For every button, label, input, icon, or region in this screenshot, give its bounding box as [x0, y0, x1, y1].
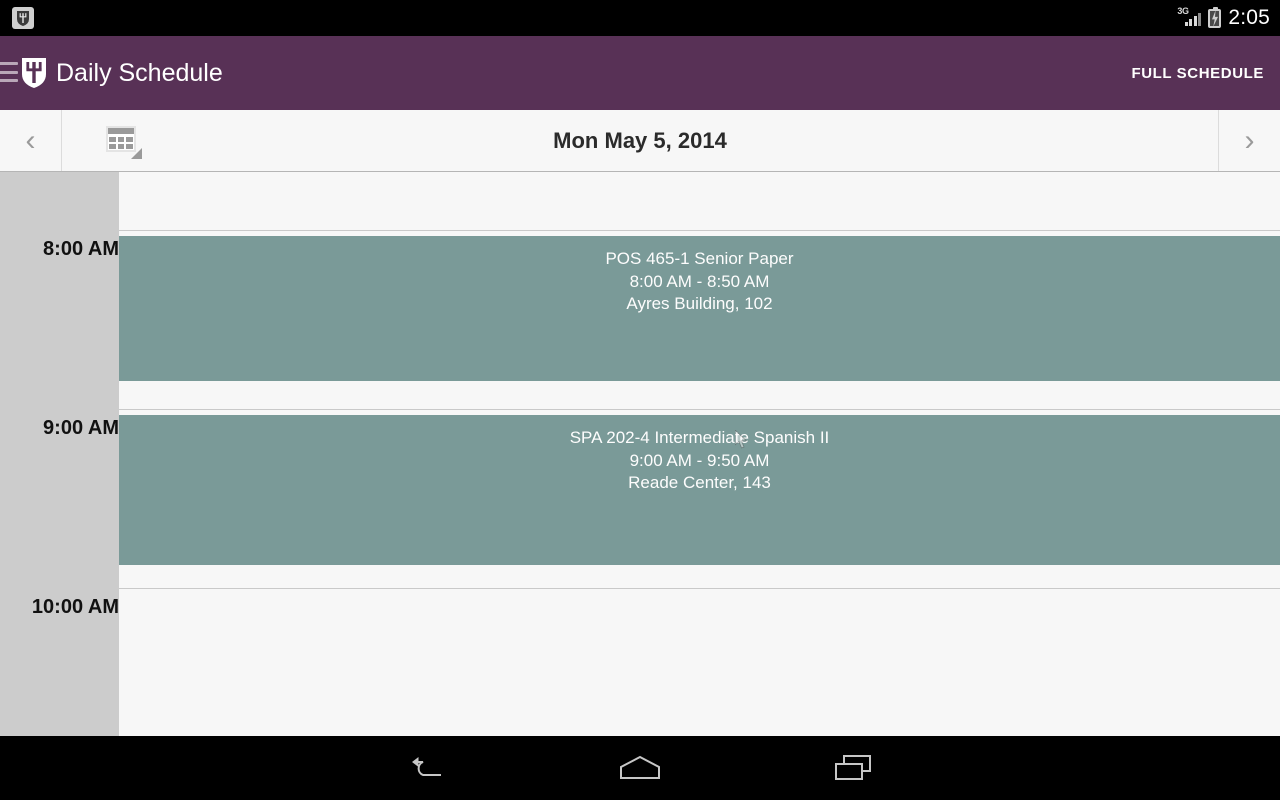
status-clock: 2:05	[1228, 6, 1270, 29]
page-title: Daily Schedule	[56, 58, 223, 87]
dropdown-triangle-icon	[131, 147, 142, 159]
action-bar: Daily Schedule FULL SCHEDULE	[0, 36, 1280, 110]
android-screen: 3G 2:05 Daily Schedule FULL SCHEDULE ‹ M…	[0, 0, 1280, 800]
notification-app-icon	[12, 7, 34, 29]
hour-label-10am: 10:00 AM	[31, 596, 119, 618]
event-block[interactable]: POS 465-1 Senior Paper 8:00 AM - 8:50 AM…	[119, 236, 1280, 381]
calendar-picker-icon	[106, 125, 142, 159]
date-navigation-bar: ‹ Mon May 5, 2014 ›	[0, 110, 1280, 172]
recent-apps-button[interactable]	[747, 736, 960, 800]
event-time: 9:00 AM - 9:50 AM	[629, 450, 770, 470]
battery-charging-icon	[1208, 6, 1222, 28]
event-location: Ayres Building, 102	[626, 294, 773, 313]
hamburger-menu-icon[interactable]	[0, 62, 18, 82]
event-location: Reade Center, 143	[628, 473, 771, 492]
back-button[interactable]	[321, 736, 534, 800]
mouse-cursor	[734, 429, 748, 449]
status-bar: 3G 2:05	[0, 0, 1280, 36]
current-date-label: Mon May 5, 2014	[553, 127, 727, 153]
event-title: SPA 202-4 Intermediate Spanish II	[569, 428, 830, 447]
event-time: 8:00 AM - 8:50 AM	[629, 271, 770, 291]
day-schedule-grid[interactable]: 8:00 AM 9:00 AM 10:00 AM POS 465-1 Senio…	[0, 172, 1280, 736]
event-title: POS 465-1 Senior Paper	[605, 249, 794, 268]
hour-label-8am: 8:00 AM	[43, 238, 119, 260]
hour-label-9am: 9:00 AM	[43, 417, 119, 439]
hour-gridline	[0, 230, 1280, 231]
android-nav-bar	[0, 736, 1280, 800]
signal-icon: 3G	[1177, 7, 1202, 29]
status-bar-icons: 3G 2:05	[1177, 0, 1270, 36]
next-day-button[interactable]: ›	[1218, 110, 1280, 171]
signal-bars-icon	[1184, 13, 1202, 26]
event-block[interactable]: SPA 202-4 Intermediate Spanish II 9:00 A…	[119, 415, 1280, 565]
hour-gridline	[0, 588, 1280, 589]
app-logo-icon[interactable]	[20, 57, 48, 89]
previous-day-button[interactable]: ‹	[0, 110, 62, 171]
home-button[interactable]	[534, 736, 747, 800]
date-picker-button[interactable]	[62, 110, 184, 171]
full-schedule-button[interactable]: FULL SCHEDULE	[1131, 36, 1264, 110]
hour-gridline	[0, 409, 1280, 410]
